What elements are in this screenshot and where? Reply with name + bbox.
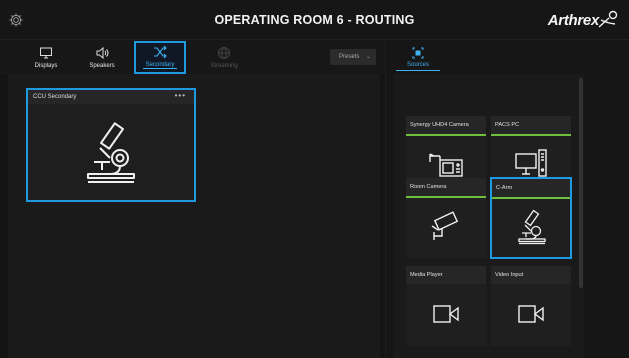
live-indicator bbox=[491, 134, 571, 136]
presets-label: Presets bbox=[339, 54, 360, 60]
tab-bar: Displays Speakers Secondary Streaming Pr… bbox=[0, 40, 385, 74]
card-header: PACS PC bbox=[491, 116, 571, 134]
tab-sources[interactable]: Sources bbox=[396, 44, 440, 74]
source-name: C-Arm bbox=[496, 185, 513, 191]
source-card-c-arm[interactable]: C-Arm bbox=[490, 177, 572, 259]
security-camera-icon bbox=[431, 211, 459, 240]
tab-streaming[interactable]: Streaming bbox=[196, 44, 252, 74]
sources-panel: Sources Synergy UHD4 Camera PACS PC Room… bbox=[385, 40, 629, 358]
card-header: CCU Secondary ••• bbox=[28, 90, 194, 104]
destination-card-ccu-secondary[interactable]: CCU Secondary ••• bbox=[26, 88, 196, 202]
destination-name: CCU Secondary bbox=[33, 94, 77, 100]
live-indicator bbox=[406, 134, 486, 136]
card-header: Media Player bbox=[406, 266, 486, 284]
live-indicator bbox=[406, 196, 486, 198]
source-name: Video Input bbox=[495, 272, 524, 278]
active-tab-indicator bbox=[143, 68, 177, 69]
top-bar: OPERATING ROOM 6 - ROUTING Arthrex bbox=[0, 0, 629, 40]
tab-label: Streaming bbox=[210, 63, 238, 69]
shuffle-icon bbox=[154, 45, 167, 59]
source-name: Room Camera bbox=[410, 184, 447, 190]
source-name: Media Player bbox=[410, 272, 443, 278]
card-header: C-Arm bbox=[492, 179, 570, 197]
video-camera-icon bbox=[433, 305, 459, 323]
more-options-icon[interactable]: ••• bbox=[175, 91, 186, 100]
source-card-media-player[interactable]: Media Player bbox=[406, 266, 486, 346]
arthrex-logo-icon bbox=[598, 10, 618, 28]
card-header: Video Input bbox=[491, 266, 571, 284]
live-indicator bbox=[492, 197, 570, 199]
source-card-room-camera[interactable]: Room Camera bbox=[406, 178, 486, 258]
source-name: PACS PC bbox=[495, 122, 520, 128]
source-name: Synergy UHD4 Camera bbox=[410, 122, 469, 128]
brand-name: Arthrex bbox=[547, 11, 600, 29]
tab-speakers[interactable]: Speakers bbox=[74, 44, 130, 74]
card-header: Room Camera bbox=[406, 178, 486, 196]
microscope-icon bbox=[518, 209, 546, 245]
active-tab-indicator bbox=[396, 70, 440, 71]
tab-label: Sources bbox=[406, 62, 429, 68]
tab-displays[interactable]: Displays bbox=[18, 44, 74, 74]
globe-icon bbox=[218, 47, 230, 59]
tab-label: Speakers bbox=[89, 63, 115, 69]
tab-label: Displays bbox=[34, 63, 58, 69]
page-title: OPERATING ROOM 6 - ROUTING bbox=[214, 13, 415, 27]
speaker-icon bbox=[96, 46, 109, 60]
brand-logo: Arthrex bbox=[548, 9, 619, 31]
app-window: OPERATING ROOM 6 - ROUTING Arthrex Displ… bbox=[0, 0, 629, 358]
chevron-down-icon: ⌄ bbox=[365, 54, 371, 60]
camera-console-icon bbox=[429, 153, 463, 177]
destinations-panel: Displays Speakers Secondary Streaming Pr… bbox=[0, 40, 385, 358]
monitor-icon bbox=[40, 47, 52, 59]
video-camera-icon bbox=[518, 305, 544, 323]
source-target-icon bbox=[412, 47, 424, 59]
source-card-video-input[interactable]: Video Input bbox=[491, 266, 571, 346]
card-header: Synergy UHD4 Camera bbox=[406, 116, 486, 134]
scrollbar[interactable] bbox=[579, 78, 583, 288]
tab-secondary[interactable]: Secondary bbox=[134, 41, 186, 74]
microscope-icon bbox=[87, 122, 135, 183]
presets-dropdown[interactable]: Presets ⌄ bbox=[330, 49, 376, 65]
